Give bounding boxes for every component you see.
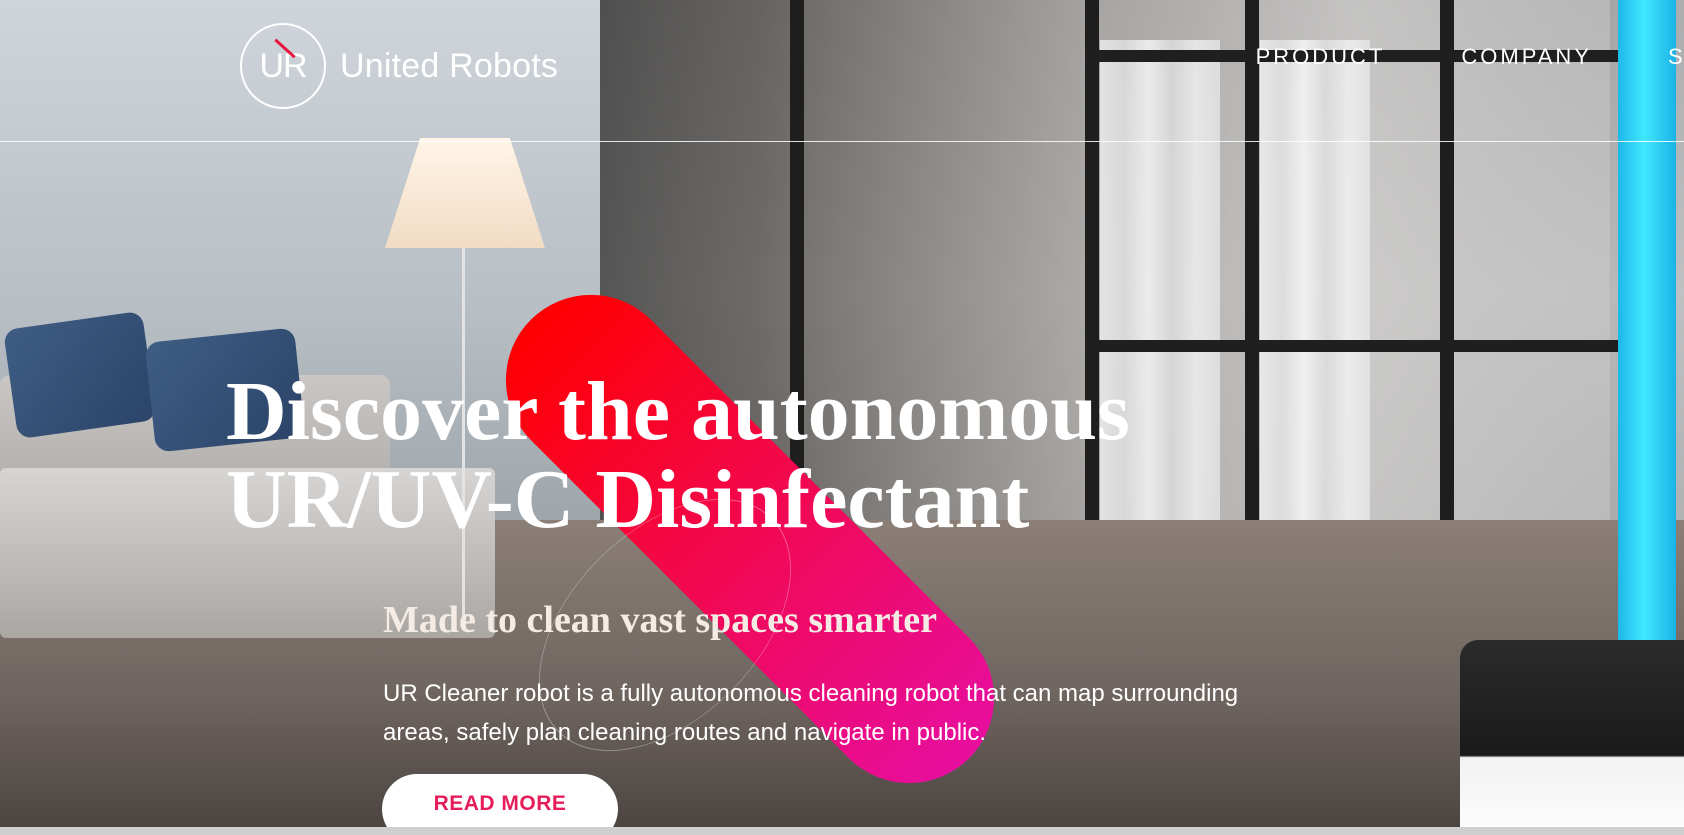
logo[interactable]: UR United Robots: [240, 20, 558, 112]
hero-subheadline: Made to clean vast spaces smarter: [383, 599, 938, 641]
hero-section: UR United Robots PRODUCT COMPANY S Disco…: [0, 0, 1684, 835]
read-more-button[interactable]: READ MORE: [382, 774, 618, 835]
main-nav: PRODUCT COMPANY S: [1218, 44, 1684, 70]
headline-line-2: UR/UV-C Disinfectant: [226, 453, 1030, 546]
hero-headline: Discover the autonomous UR/UV-C Disinfec…: [226, 368, 1130, 544]
bottom-edge: [0, 827, 1684, 835]
robot-image: [1460, 640, 1684, 835]
logo-mark-icon: UR: [240, 23, 326, 109]
headline-line-1: Discover the autonomous: [226, 365, 1130, 458]
door-frame: [1085, 340, 1625, 352]
cushion: [3, 310, 157, 440]
nav-item-truncated[interactable]: S: [1630, 44, 1684, 70]
nav-company[interactable]: COMPANY: [1423, 44, 1630, 70]
logo-monogram: UR: [259, 46, 307, 85]
header-divider: [0, 141, 1684, 142]
nav-product[interactable]: PRODUCT: [1218, 44, 1424, 70]
logo-text: United Robots: [340, 46, 559, 85]
site-header: UR United Robots PRODUCT COMPANY S: [0, 0, 1684, 141]
hero-description: UR Cleaner robot is a fully autonomous c…: [383, 680, 1239, 746]
